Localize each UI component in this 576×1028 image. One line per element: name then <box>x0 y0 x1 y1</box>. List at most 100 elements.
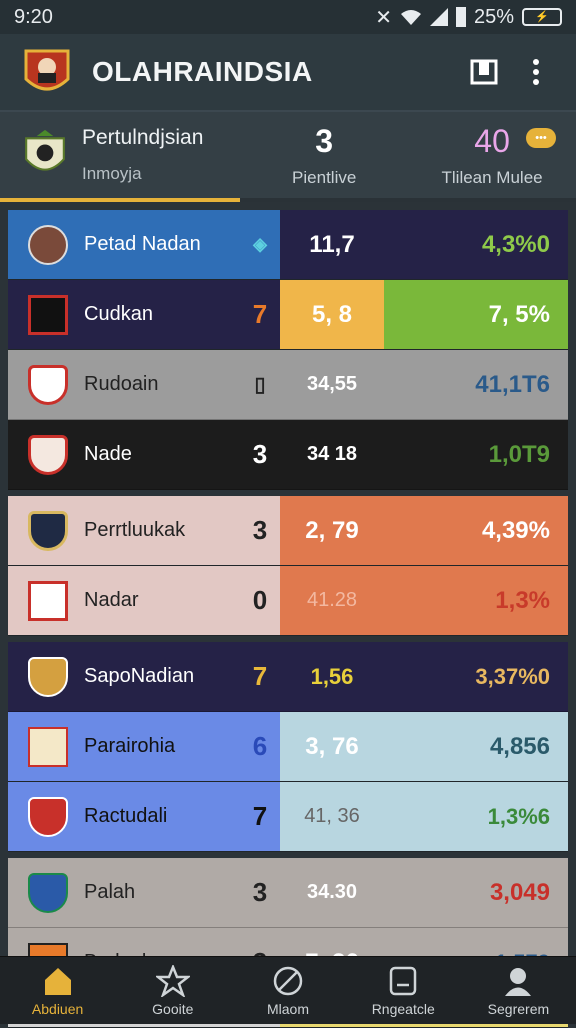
home-icon <box>41 965 75 997</box>
nav-label: Gooite <box>152 1001 193 1017</box>
table-row[interactable]: SapoNadian 7 1,56 3,37%0 <box>8 642 568 712</box>
table-row[interactable]: Ractudali 7 41, 36 1,3%6 <box>8 782 568 852</box>
stat-value: 34.30 <box>280 858 384 927</box>
team-name: Parairohia <box>84 735 224 758</box>
nav-item-profile[interactable]: Segrerem <box>461 957 576 1024</box>
team-name: Perrtluukak <box>84 519 224 542</box>
summary-right[interactable]: 40 Tlilean Mulee ••• <box>408 112 576 198</box>
person-icon <box>501 965 535 997</box>
notification-badge: ••• <box>526 128 556 148</box>
battery-level-icon <box>456 7 466 27</box>
table-row[interactable]: Perrtluukak 3 2, 79 4,39% <box>8 496 568 566</box>
stat-value: 41.28 <box>280 566 384 635</box>
team-rank: 7 <box>240 299 280 330</box>
team-avatar-icon <box>28 225 68 265</box>
bottom-nav: Abdiuen Gooite Mlaom Rngeatcle Segrerem <box>0 956 576 1024</box>
stat-value: 1,56 <box>280 642 384 711</box>
team-name: Ractudali <box>84 805 224 828</box>
stat-percent: 7, 5% <box>384 280 568 349</box>
summary-mid[interactable]: 3 Pientlive <box>240 112 408 198</box>
team-avatar-icon <box>28 657 68 697</box>
stat-value: 11,7 <box>280 210 384 279</box>
ball-icon <box>271 965 305 997</box>
stat-percent: 4,856 <box>384 712 568 781</box>
table-row[interactable]: Cudkan 7 5, 8 7, 5% <box>8 280 568 350</box>
app-title: OLAHRAINDSIA <box>92 56 452 88</box>
nav-label: Segrerem <box>488 1001 549 1017</box>
square-icon <box>386 965 420 997</box>
team-name: Rudoain <box>84 373 224 396</box>
team-crest-icon <box>28 365 68 405</box>
stat-value: 34,55 <box>280 350 384 419</box>
summary-mid-label: Pientlive <box>292 168 356 188</box>
signal-icon <box>430 8 448 26</box>
mute-icon: ✕ <box>375 5 392 30</box>
nav-label: Rngeatcle <box>372 1001 435 1017</box>
stat-percent: 3,37%0 <box>384 642 568 711</box>
stat-value: 5, 8 <box>280 280 384 349</box>
wifi-icon <box>400 8 422 26</box>
stat-percent: 4,39% <box>384 496 568 565</box>
team-rank: 6 <box>240 731 280 762</box>
nav-item-home[interactable]: Abdiuen <box>0 957 115 1024</box>
team-crest-icon <box>28 511 68 551</box>
team-name: Palah <box>84 881 224 904</box>
team-title: Pertulndjsian <box>82 126 203 150</box>
team-crest-icon <box>28 435 68 475</box>
summary-mid-value: 3 <box>315 123 333 160</box>
nav-label: Abdiuen <box>32 1001 83 1017</box>
team-crest-icon <box>22 130 68 180</box>
summary-bar: Pertulndjsian Inmoyja 3 Pientlive 40 Tli… <box>0 112 576 202</box>
team-crest-icon <box>28 797 68 837</box>
bookmark-icon[interactable] <box>464 52 504 92</box>
stat-percent: 3,049 <box>384 858 568 927</box>
team-name: Cudkan <box>84 303 224 326</box>
star-icon <box>156 965 190 997</box>
app-logo <box>20 45 74 99</box>
nav-item-matches[interactable]: Mlaom <box>230 957 345 1024</box>
team-crest-icon <box>28 727 68 767</box>
team-rank: 7 <box>240 661 280 692</box>
stat-percent: 1,3% <box>384 566 568 635</box>
team-name: Nade <box>84 443 224 466</box>
team-rank: 3 <box>240 877 280 908</box>
team-crest-icon <box>28 581 68 621</box>
stat-value: 41, 36 <box>280 782 384 851</box>
team-rank: 3 <box>240 439 280 470</box>
status-time: 9:20 <box>14 6 375 29</box>
standings-list: Petad Nadan ◈ 11,7 4,3%0 Cudkan 7 5, 8 7… <box>8 210 568 1028</box>
table-row[interactable]: Petad Nadan ◈ 11,7 4,3%0 <box>8 210 568 280</box>
battery-icon: ⚡ <box>522 8 562 26</box>
stat-percent: 1,3%6 <box>384 782 568 851</box>
nav-item-schedule[interactable]: Rngeatcle <box>346 957 461 1024</box>
nav-label: Mlaom <box>267 1001 309 1017</box>
stat-percent: 4,3%0 <box>384 210 568 279</box>
team-crest-icon <box>28 873 68 913</box>
table-row[interactable]: Rudoain ▯ 34,55 41,1T6 <box>8 350 568 420</box>
team-name: Nadar <box>84 589 224 612</box>
team-indicator-icon: ▯ <box>240 372 280 397</box>
table-row[interactable]: Nade 3 34 18 1,0T9 <box>8 420 568 490</box>
more-icon[interactable] <box>516 52 556 92</box>
table-row[interactable]: Palah 3 34.30 3,049 <box>8 858 568 928</box>
table-row[interactable]: Parairohia 6 3, 76 4,856 <box>8 712 568 782</box>
table-row[interactable]: Nadar 0 41.28 1,3% <box>8 566 568 636</box>
summary-right-label: Tlilean Mulee <box>442 168 543 188</box>
team-summary[interactable]: Pertulndjsian Inmoyja <box>0 112 240 202</box>
team-flag-icon: ◈ <box>240 234 280 255</box>
team-rank: 7 <box>240 801 280 832</box>
battery-percent: 25% <box>474 6 514 29</box>
team-name: SapoNadian <box>84 665 224 688</box>
team-rank: 3 <box>240 515 280 546</box>
nav-item-favorites[interactable]: Gooite <box>115 957 230 1024</box>
stat-value: 34 18 <box>280 420 384 489</box>
team-name: Petad Nadan <box>84 233 224 256</box>
stat-percent: 1,0T9 <box>384 420 568 489</box>
stat-value: 3, 76 <box>280 712 384 781</box>
summary-right-value: 40 <box>474 123 510 160</box>
stat-value: 2, 79 <box>280 496 384 565</box>
status-bar: 9:20 ✕ 25% ⚡ <box>0 0 576 34</box>
team-subtitle: Inmoyja <box>82 164 203 184</box>
app-bar: OLAHRAINDSIA <box>0 34 576 112</box>
team-rank: 0 <box>240 585 280 616</box>
